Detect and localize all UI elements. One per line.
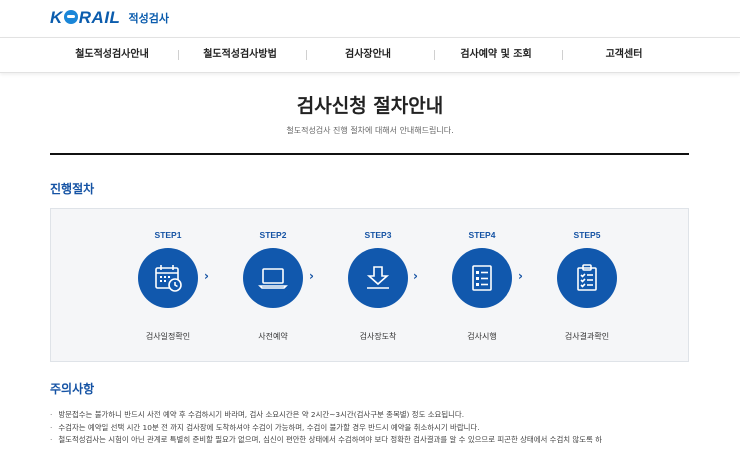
step-number: STEP4: [468, 230, 496, 240]
nav-separator: [306, 50, 307, 60]
step-label: 검사장도착: [359, 332, 397, 341]
main-nav: 철도적성검사안내 철도적성검사방법 검사장안내 검사예약 및 조회 고객센터: [0, 37, 740, 73]
notice-list: 방문접수는 불가하니 반드시 사전 예약 후 수검하시기 바라며, 검사 소요시…: [50, 409, 730, 447]
process-heading: 진행절차: [50, 182, 95, 196]
step-number: STEP3: [364, 230, 392, 240]
nav-separator: [178, 50, 179, 60]
nav-separator: [562, 50, 563, 60]
page-title: 검사신청 절차안내: [296, 95, 444, 117]
step-label: 사전예약: [258, 332, 288, 341]
notice-item: 철도적성검사는 시험이 아닌 관계로 특별히 준비할 필요가 없으며, 심신이 …: [50, 434, 730, 447]
step-arrow-icon: ›: [518, 269, 523, 283]
logo-dot-icon: [63, 10, 78, 24]
nav-item-guide[interactable]: 철도적성검사안내: [52, 38, 172, 72]
step-label: 검사일정확인: [145, 332, 191, 341]
nav-item-customer-center[interactable]: 고객센터: [564, 38, 684, 72]
nav-item-method[interactable]: 철도적성검사방법: [180, 38, 300, 72]
step-4: STEP4 검사시행: [432, 209, 532, 363]
step-circle: [557, 248, 617, 308]
nav-separator: [434, 50, 435, 60]
step-arrow-icon: ›: [413, 269, 418, 283]
step-circle: [452, 248, 512, 308]
step-number: STEP1: [154, 230, 182, 240]
top-header: K RAIL 적성검사: [0, 0, 740, 36]
nav-item-test-center[interactable]: 검사장안내: [308, 38, 428, 72]
step-3: STEP3 검사장도착: [328, 209, 428, 363]
download-arrow-icon: [366, 266, 390, 289]
step-number: STEP5: [573, 230, 601, 240]
step-2: STEP2 사전예약: [223, 209, 323, 363]
step-circle: [348, 248, 408, 308]
laptop-icon: [258, 268, 288, 289]
nav-item-reservation[interactable]: 검사예약 및 조회: [436, 38, 556, 72]
page-subtitle: 철도적성검사 진행 절차에 대해서 안내해드립니다.: [286, 126, 454, 135]
step-1: STEP1 검사일정확인: [118, 209, 218, 363]
process-steps-box: STEP1 검사일정확인 › STEP2 사전예약 › STEP3 검사장도착 …: [50, 208, 689, 362]
step-circle: [243, 248, 303, 308]
step-arrow-icon: ›: [204, 269, 209, 283]
step-label: 검사결과확인: [564, 332, 610, 341]
notice-item: 방문접수는 불가하니 반드시 사전 예약 후 수검하시기 바라며, 검사 소요시…: [50, 409, 730, 422]
logo-subtitle: 적성검사: [128, 12, 169, 25]
korail-logo[interactable]: K RAIL 적성검사: [50, 8, 169, 28]
step-circle: [138, 248, 198, 308]
clipboard-icon: [577, 264, 597, 291]
step-arrow-icon: ›: [309, 269, 314, 283]
step-5: STEP5 검사결과확인: [537, 209, 637, 363]
step-label: 검사시행: [467, 332, 497, 341]
logo-wordmark: K RAIL: [50, 8, 121, 27]
notice-item: 수검자는 예약일 선택 시간 10분 전 까지 검사장에 도착하셔야 수검이 가…: [50, 422, 730, 435]
checklist-icon: [472, 265, 492, 291]
title-divider: [50, 153, 689, 155]
notice-heading: 주의사항: [50, 382, 95, 396]
calendar-icon: [155, 265, 182, 292]
step-number: STEP2: [259, 230, 287, 240]
